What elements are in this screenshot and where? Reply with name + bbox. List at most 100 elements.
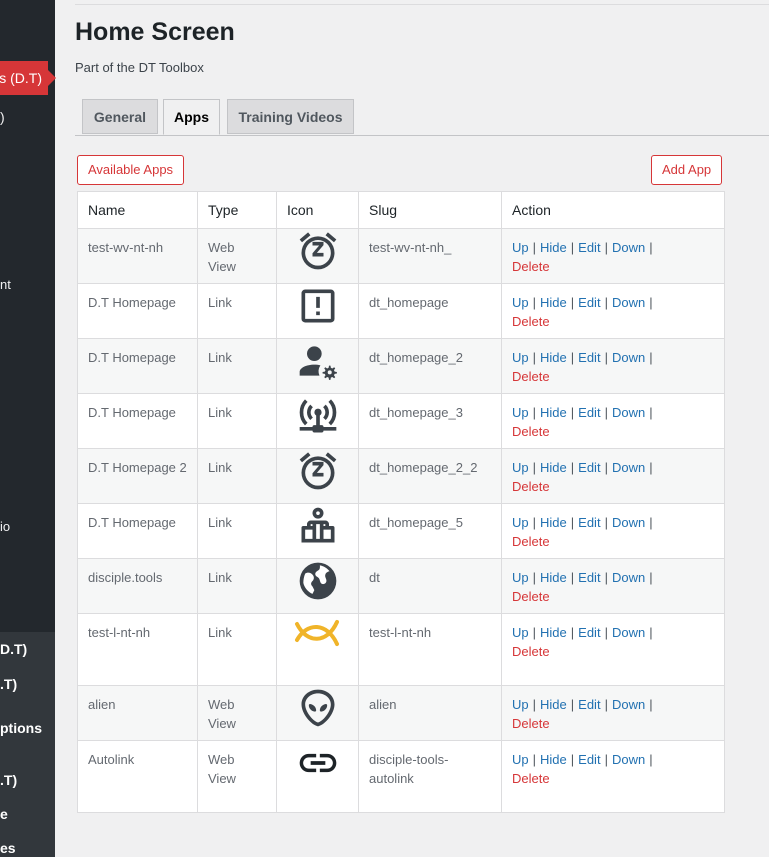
- edit-link[interactable]: Edit: [578, 460, 600, 475]
- hide-link[interactable]: Hide: [540, 240, 567, 255]
- user-cog-icon: [277, 339, 358, 383]
- edit-link[interactable]: Edit: [578, 405, 600, 420]
- app-icon-cell: [276, 448, 359, 504]
- delete-link[interactable]: Delete: [512, 589, 550, 604]
- hide-link[interactable]: Hide: [540, 570, 567, 585]
- edit-link[interactable]: Edit: [578, 295, 600, 310]
- down-link[interactable]: Down: [612, 515, 645, 530]
- up-link[interactable]: Up: [512, 625, 529, 640]
- table-row: D.T Homepage 2 Link dt_homepage_2_2 Up | Hide…: [77, 448, 725, 504]
- down-link[interactable]: Down: [612, 570, 645, 585]
- table-row: Autolink Web View disciple-tools-autolink U…: [77, 740, 725, 813]
- edit-link[interactable]: Edit: [578, 697, 600, 712]
- separator: |: [570, 570, 575, 585]
- up-link[interactable]: Up: [512, 752, 529, 767]
- delete-link[interactable]: Delete: [512, 644, 550, 659]
- hide-link[interactable]: Hide: [540, 625, 567, 640]
- hide-link[interactable]: Hide: [540, 752, 567, 767]
- sidebar-item[interactable]: D.T): [0, 641, 27, 657]
- up-link[interactable]: Up: [512, 240, 529, 255]
- hide-link[interactable]: Hide: [540, 295, 567, 310]
- app-action-cell: Up | Hide | Edit | Down | Delete: [501, 448, 725, 504]
- page-subtitle: Part of the DT Toolbox: [75, 60, 204, 75]
- delete-link[interactable]: Delete: [512, 771, 550, 786]
- app-slug-cell: dt_homepage: [358, 283, 502, 339]
- down-link[interactable]: Down: [612, 240, 645, 255]
- table-header-row: Name Type Icon Slug Action: [77, 191, 725, 229]
- tab-apps[interactable]: Apps: [163, 99, 220, 135]
- separator: |: [604, 405, 608, 420]
- up-link[interactable]: Up: [512, 460, 529, 475]
- up-link[interactable]: Up: [512, 350, 529, 365]
- table-row: alien Web View alien Up | Hide | Edit | Down | Dele…: [77, 685, 725, 741]
- up-link[interactable]: Up: [512, 570, 529, 585]
- separator: |: [532, 350, 537, 365]
- tab-general[interactable]: General: [82, 99, 158, 134]
- up-link[interactable]: Up: [512, 697, 529, 712]
- snooze-alarm-icon: [277, 229, 358, 273]
- separator: |: [532, 570, 537, 585]
- sidebar-item[interactable]: es: [0, 840, 16, 856]
- sidebar-item[interactable]: .T): [0, 772, 17, 788]
- down-link[interactable]: Down: [612, 295, 645, 310]
- sidebar-item[interactable]: .T): [0, 676, 17, 692]
- available-apps-button[interactable]: Available Apps: [77, 155, 185, 185]
- down-link[interactable]: Down: [612, 625, 645, 640]
- up-link[interactable]: Up: [512, 295, 529, 310]
- tab-training-videos[interactable]: Training Videos: [227, 99, 354, 134]
- app-type-cell: Link: [197, 613, 277, 686]
- down-link[interactable]: Down: [612, 350, 645, 365]
- add-app-button[interactable]: Add App: [651, 155, 723, 185]
- delete-link[interactable]: Delete: [512, 716, 550, 731]
- down-link[interactable]: Down: [612, 460, 645, 475]
- sidebar-item[interactable]: io: [0, 519, 10, 534]
- hide-link[interactable]: Hide: [540, 405, 567, 420]
- separator: |: [570, 515, 575, 530]
- app-name-cell: test-l-nt-nh: [77, 613, 198, 686]
- delete-link[interactable]: Delete: [512, 369, 550, 384]
- up-link[interactable]: Up: [512, 515, 529, 530]
- app-name-cell: alien: [77, 685, 198, 741]
- app-type-cell: Web View: [197, 740, 277, 813]
- separator: |: [532, 295, 537, 310]
- separator: |: [570, 240, 575, 255]
- delete-link[interactable]: Delete: [512, 424, 550, 439]
- sidebar-item[interactable]: ): [0, 109, 5, 125]
- sidebar-item-active[interactable]: s (D.T): [0, 61, 48, 95]
- table-row: disciple.tools Link dt Up | Hide | Edit | Down | De…: [77, 558, 725, 614]
- separator: |: [570, 460, 575, 475]
- separator: |: [570, 405, 575, 420]
- edit-link[interactable]: Edit: [578, 515, 600, 530]
- sidebar-item-label: s (D.T): [0, 70, 42, 86]
- apps-table: Name Type Icon Slug Action test-wv-nt-nh…: [77, 191, 725, 813]
- app-slug-cell: dt_homepage_3: [358, 393, 502, 449]
- down-link[interactable]: Down: [612, 752, 645, 767]
- edit-link[interactable]: Edit: [578, 752, 600, 767]
- edit-link[interactable]: Edit: [578, 570, 600, 585]
- sidebar-item[interactable]: e: [0, 806, 8, 822]
- hide-link[interactable]: Hide: [540, 460, 567, 475]
- down-link[interactable]: Down: [612, 405, 645, 420]
- hide-link[interactable]: Hide: [540, 350, 567, 365]
- sidebar-item[interactable]: ptions: [0, 720, 42, 736]
- hide-link[interactable]: Hide: [540, 515, 567, 530]
- edit-link[interactable]: Edit: [578, 350, 600, 365]
- app-type-cell: Link: [197, 338, 277, 394]
- separator: |: [570, 752, 575, 767]
- hide-link[interactable]: Hide: [540, 697, 567, 712]
- separator: |: [649, 570, 653, 585]
- edit-link[interactable]: Edit: [578, 625, 600, 640]
- down-link[interactable]: Down: [612, 697, 645, 712]
- delete-link[interactable]: Delete: [512, 534, 550, 549]
- edit-link[interactable]: Edit: [578, 240, 600, 255]
- app-slug-cell: disciple-tools-autolink: [358, 740, 502, 813]
- sidebar-item[interactable]: nt: [0, 277, 11, 292]
- app-icon-cell: [276, 558, 359, 614]
- delete-link[interactable]: Delete: [512, 479, 550, 494]
- up-link[interactable]: Up: [512, 405, 529, 420]
- separator: |: [570, 697, 575, 712]
- app-type-cell: Link: [197, 558, 277, 614]
- alien-icon: [277, 686, 358, 730]
- delete-link[interactable]: Delete: [512, 259, 550, 274]
- delete-link[interactable]: Delete: [512, 314, 550, 329]
